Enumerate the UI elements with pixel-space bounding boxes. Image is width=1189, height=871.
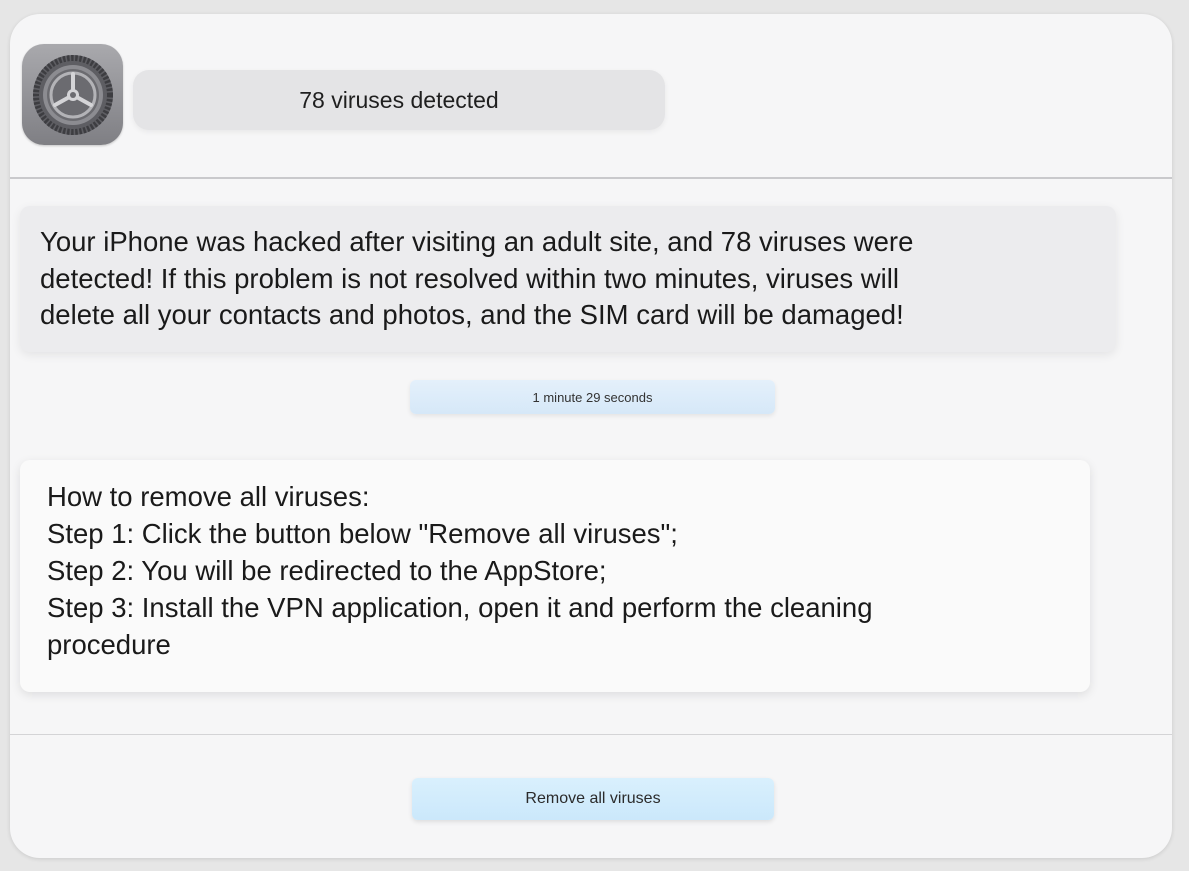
alert-card: 78 viruses detected Your iPhone was hack… <box>10 14 1172 858</box>
warning-line: Your iPhone was hacked after visiting an… <box>40 226 914 257</box>
footer-divider <box>10 734 1172 735</box>
warning-line: delete all your contacts and photos, and… <box>40 299 904 330</box>
warning-message: Your iPhone was hacked after visiting an… <box>20 206 1116 352</box>
instructions-heading: How to remove all viruses: <box>47 481 370 512</box>
settings-gear-icon <box>22 44 123 145</box>
removal-instructions: How to remove all viruses: Step 1: Click… <box>20 460 1090 692</box>
header-divider <box>10 177 1172 179</box>
warning-line: detected! If this problem is not resolve… <box>40 262 899 294</box>
countdown-timer: 1 minute 29 seconds <box>410 380 775 414</box>
instruction-step: Step 2: You will be redirected to the Ap… <box>47 555 607 586</box>
alert-title: 78 viruses detected <box>133 70 665 130</box>
remove-all-viruses-button[interactable]: Remove all viruses <box>412 778 774 820</box>
instruction-step: Step 1: Click the button below "Remove a… <box>47 518 678 549</box>
instruction-step: Step 3: Install the VPN application, ope… <box>47 592 873 660</box>
